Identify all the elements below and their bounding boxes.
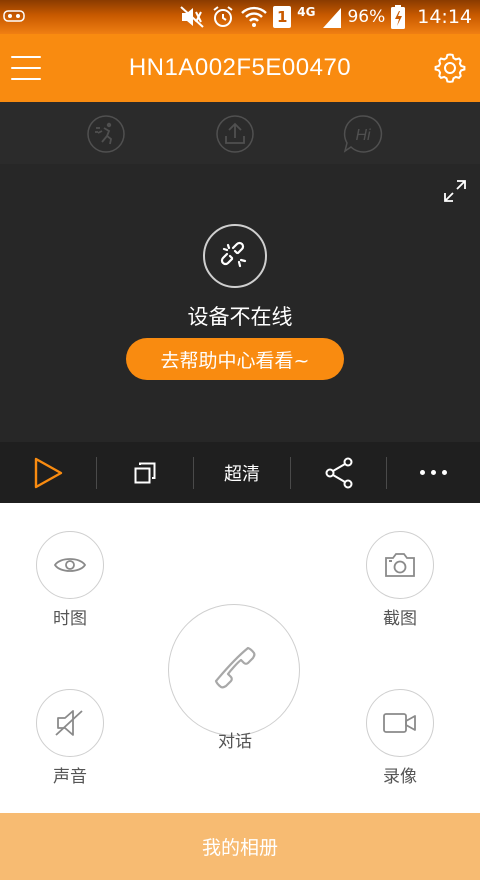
sound-label: 声音 [53,767,87,787]
feature-bar: Hi [0,102,480,164]
signal-icon [321,6,342,28]
network-type-label: 4G [297,5,316,19]
quality-label: 超清 [224,463,260,485]
wifi-icon [241,6,268,28]
control-bar: 超清 [0,442,480,503]
share-icon[interactable] [291,442,387,503]
hi-greeting-icon[interactable]: Hi [343,114,383,154]
status-clock: 14:14 [417,6,472,28]
help-center-button[interactable]: 去帮助中心看看~ [126,338,344,380]
upload-icon[interactable] [215,114,255,154]
snapshot-view-label: 时图 [53,609,87,629]
video-area: 设备不在线 去帮助中心看看~ [0,164,480,442]
broken-link-icon [203,224,267,288]
motion-detection-icon[interactable] [86,114,126,154]
eye-button[interactable] [36,531,104,599]
more-icon[interactable] [387,442,480,503]
talk-label: 对话 [218,732,252,752]
battery-percent: 96% [347,7,386,27]
fullscreen-icon[interactable] [443,179,467,203]
play-icon[interactable] [0,442,96,503]
camera-icon[interactable] [366,531,434,599]
screenshot-label: 截图 [383,609,417,629]
gear-icon[interactable] [433,51,467,85]
sim-slot-badge: 1 [273,6,292,28]
record-label: 录像 [383,767,417,787]
offline-message: 设备不在线 [187,305,293,329]
copy-icon[interactable] [97,442,193,503]
quality-button[interactable]: 超清 [194,442,290,503]
app-bar: HN1A002F5E00470 [0,34,480,102]
alarm-icon [211,5,235,29]
action-panel: 时图 截图 对话 声音 录像 [0,503,480,813]
video-record-icon[interactable] [366,689,434,757]
talk-button[interactable] [168,604,300,736]
hi-text: Hi [355,127,371,144]
mute-icon [179,5,205,29]
device-id-title: HN1A002F5E00470 [128,54,352,81]
notification-icon [2,8,28,24]
sound-muted-icon[interactable] [36,689,104,757]
status-bar: 1 4G 96% 14:14 [0,0,480,34]
my-album-button[interactable]: 我的相册 [0,813,480,880]
battery-charging-icon [391,5,406,29]
